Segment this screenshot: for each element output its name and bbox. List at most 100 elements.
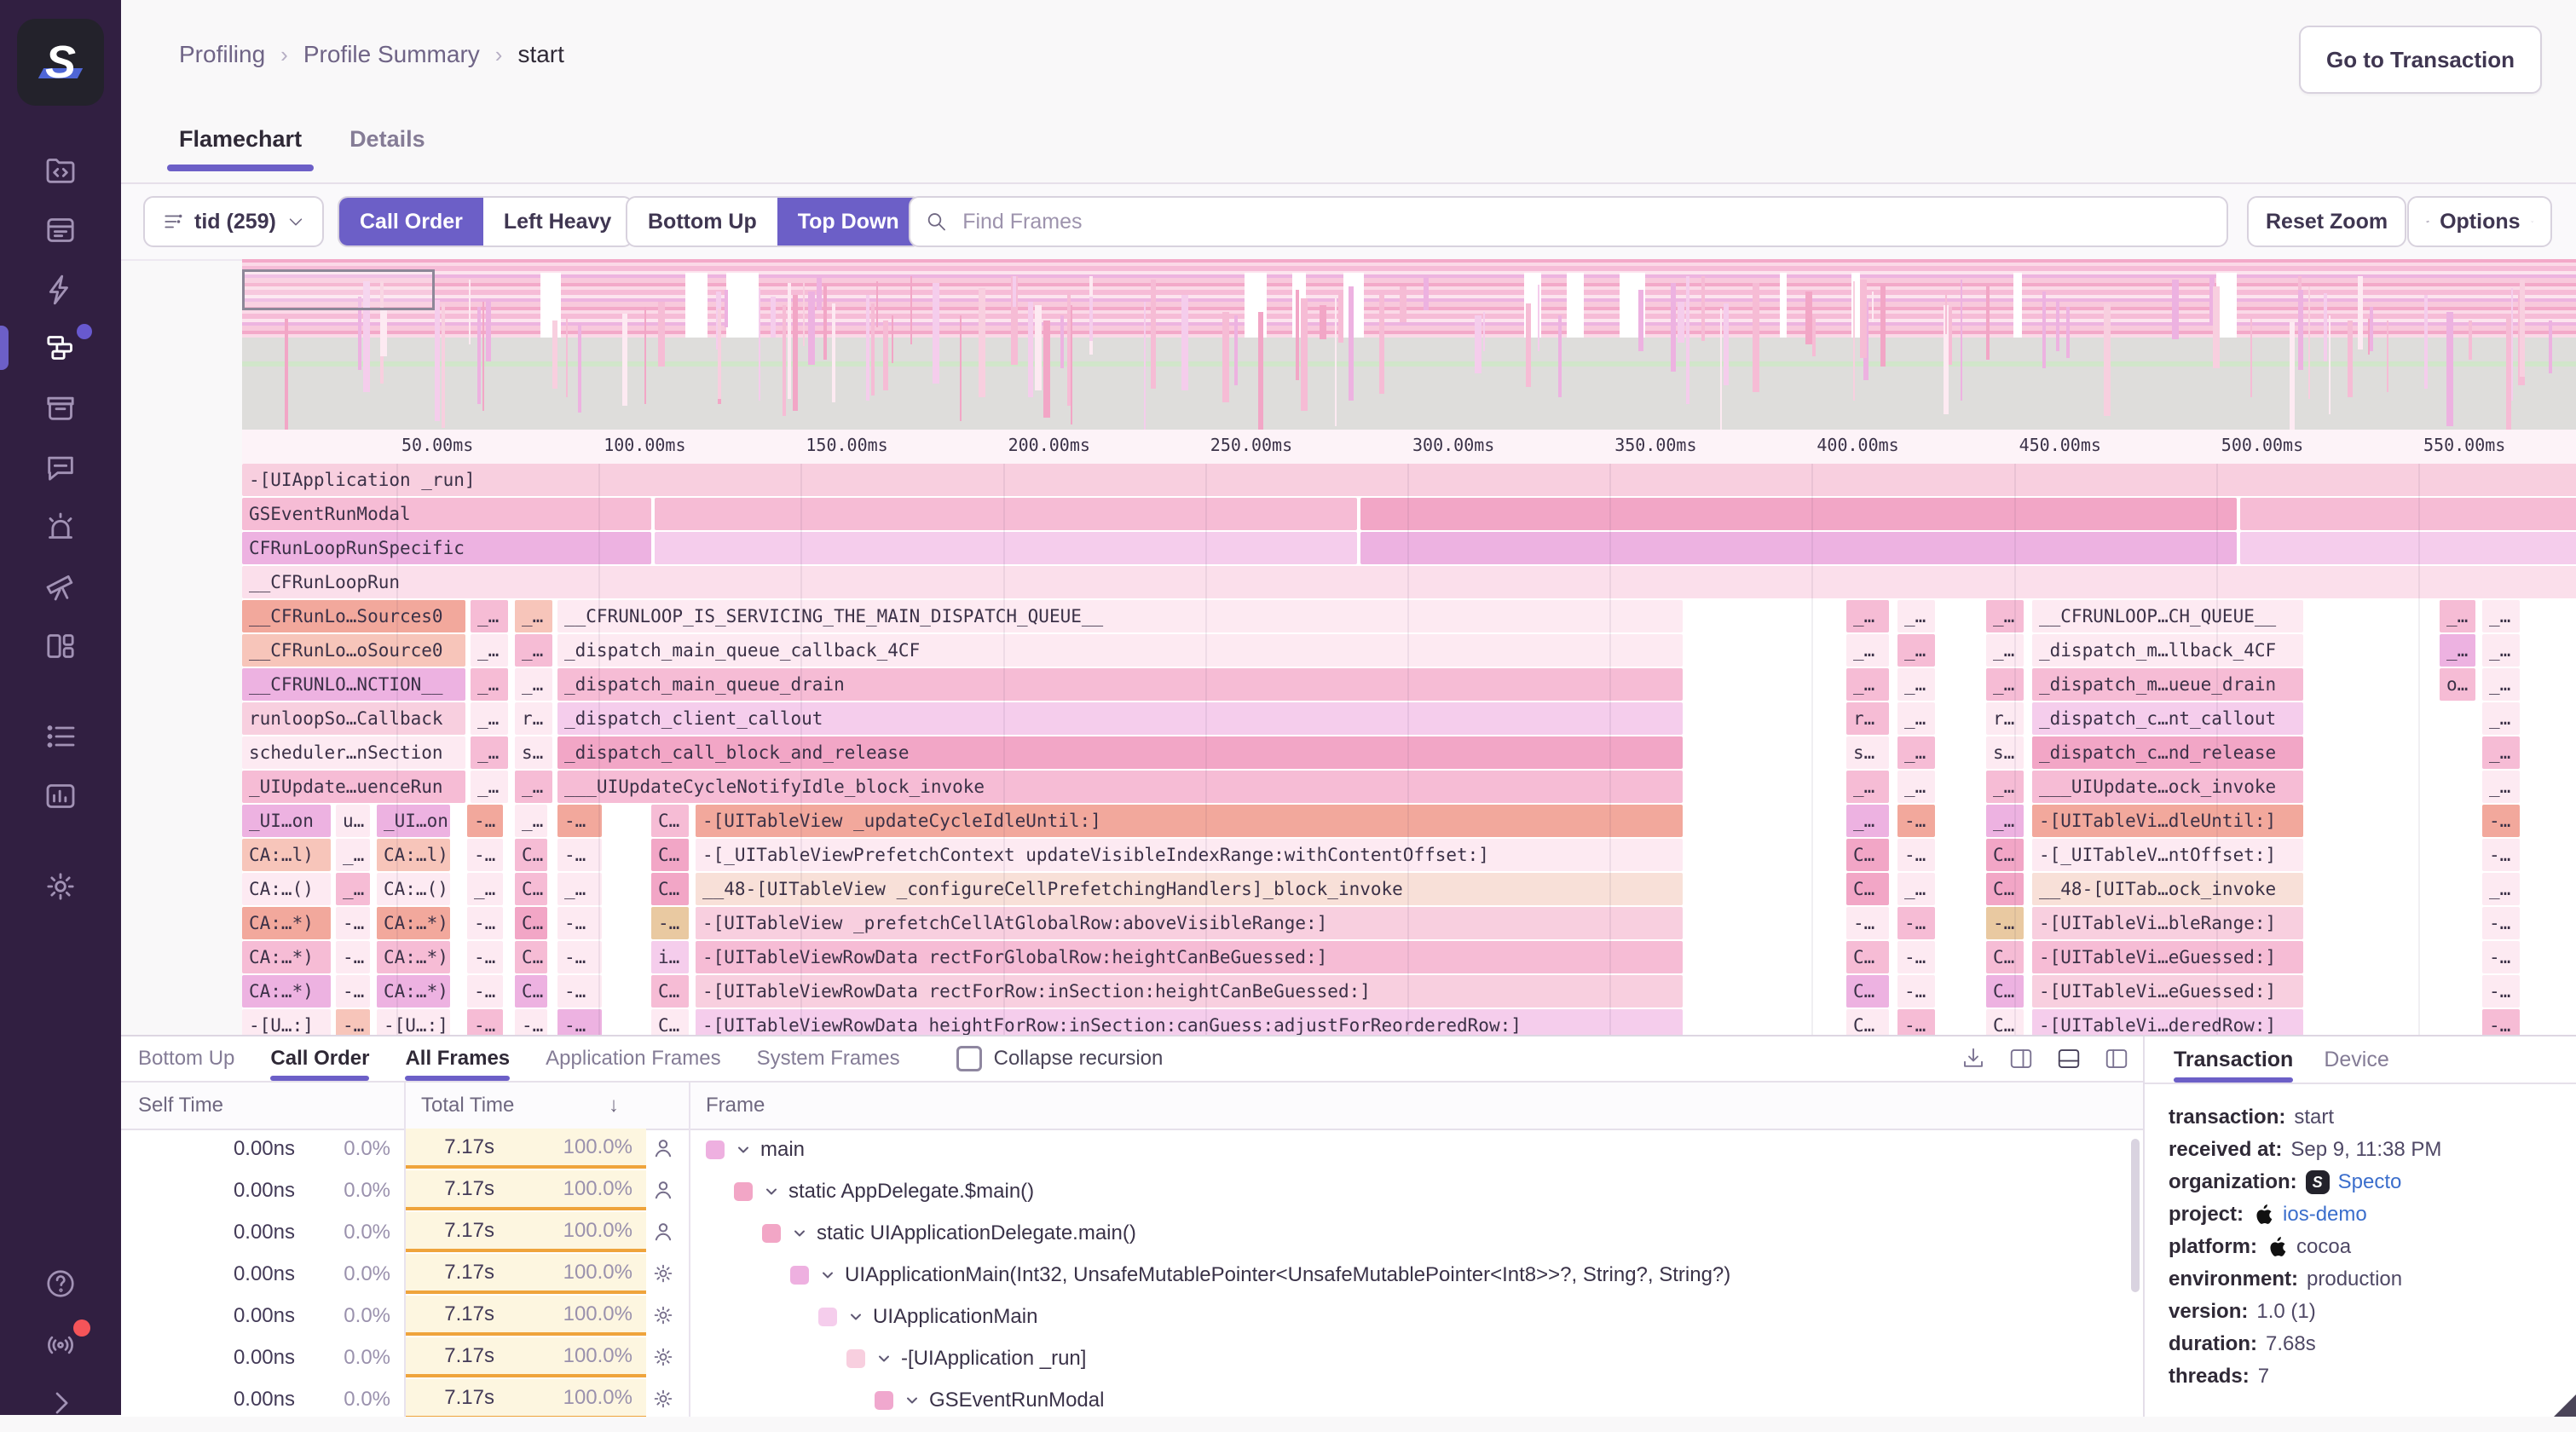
flame-frame[interactable]: C…: [1846, 975, 1889, 1008]
flame-frame[interactable]: -…: [2482, 941, 2520, 973]
flame-frame[interactable]: CA:…l): [242, 839, 331, 871]
flame-frame[interactable]: -…: [1897, 805, 1935, 837]
sidebar-item-discover-telescope[interactable]: [0, 557, 121, 615]
flame-frame[interactable]: u…: [336, 805, 370, 837]
table-tab-system-frames[interactable]: System Frames: [757, 1036, 900, 1081]
table-tab-application-frames[interactable]: Application Frames: [546, 1036, 720, 1081]
flame-frame[interactable]: _…: [471, 736, 508, 769]
flame-frame[interactable]: _…: [515, 668, 552, 701]
flame-frame[interactable]: _…: [1897, 634, 1935, 667]
flame-frame[interactable]: -[UITableVi…eGuessed:]: [2032, 941, 2303, 973]
flame-frame[interactable]: _dispatch_main_queue_drain: [557, 668, 1683, 701]
flame-frame[interactable]: CA:…*): [242, 975, 331, 1008]
caret-down-icon[interactable]: [847, 1308, 864, 1325]
flame-frame[interactable]: -[UITableView _updateCycleIdleUntil:]: [696, 805, 1683, 837]
flame-frame[interactable]: _…: [2482, 634, 2520, 667]
flame-frame[interactable]: -…: [467, 839, 503, 871]
flame-frame[interactable]: _UIUpdate…uenceRun: [242, 771, 465, 803]
flame-frame[interactable]: CA:…(): [242, 873, 331, 905]
flame-frame[interactable]: _…: [515, 600, 552, 632]
flame-frame[interactable]: -…: [1846, 907, 1889, 939]
download-icon[interactable]: [1961, 1046, 1986, 1071]
flame-frame[interactable]: C…: [1846, 839, 1889, 871]
flame-frame[interactable]: -[UITableViewRowData rectForGlobalRow:he…: [696, 941, 1683, 973]
table-tab-call-order[interactable]: Call Order: [270, 1036, 369, 1081]
flame-frame[interactable]: _dispatch_c…nt_callout: [2032, 702, 2303, 735]
flame-frame[interactable]: _…: [1986, 634, 2024, 667]
bottom-up-button[interactable]: Bottom Up: [627, 198, 777, 245]
layout-split-left-icon[interactable]: [2104, 1046, 2129, 1071]
flame-frame[interactable]: CA:…*): [377, 941, 450, 973]
flame-frame[interactable]: CA:…l): [377, 839, 450, 871]
flame-frame[interactable]: C…: [515, 873, 547, 905]
table-scrollbar[interactable]: [2131, 1139, 2140, 1292]
flame-frame[interactable]: __CFRUNLO…NCTION__: [242, 668, 465, 701]
flame-frame[interactable]: _…: [2482, 702, 2520, 735]
thread-select-dropdown[interactable]: tid (259): [143, 196, 324, 247]
flame-frame[interactable]: -…: [336, 975, 370, 1008]
options-dropdown[interactable]: Options: [2407, 196, 2552, 247]
reset-zoom-button[interactable]: Reset Zoom: [2247, 196, 2406, 247]
flame-frame[interactable]: C…: [515, 907, 547, 939]
flame-frame[interactable]: C…: [1846, 1009, 1889, 1035]
sidebar-item-profiling[interactable]: [0, 319, 121, 377]
flame-frame[interactable]: -…: [336, 907, 370, 939]
find-frames-search[interactable]: [909, 196, 2228, 247]
flame-frame[interactable]: _dispatch_m…ueue_drain: [2032, 668, 2303, 701]
flame-frame[interactable]: CA:…*): [242, 941, 331, 973]
caret-down-icon[interactable]: [791, 1225, 808, 1242]
sidebar-item-activity-list[interactable]: [0, 707, 121, 765]
collapse-recursion-checkbox[interactable]: [956, 1046, 982, 1071]
flame-frame[interactable]: _…: [515, 805, 547, 837]
caret-down-icon[interactable]: [875, 1350, 892, 1367]
flame-frame[interactable]: _…: [1897, 736, 1935, 769]
flame-frame[interactable]: __CFRunLo…oSource0: [242, 634, 465, 667]
caret-down-icon[interactable]: [847, 1308, 864, 1325]
flame-frame[interactable]: _…: [467, 873, 503, 905]
col-frame[interactable]: Frame: [689, 1083, 1030, 1129]
sidebar-item-lightning[interactable]: [0, 261, 121, 319]
flame-frame[interactable]: _dispatch_main_queue_callback_4CF: [557, 634, 1683, 667]
flame-frame[interactable]: [2240, 498, 2576, 530]
caret-down-icon[interactable]: [904, 1392, 921, 1409]
flame-frame[interactable]: -…: [557, 839, 602, 871]
flame-frame[interactable]: i…: [651, 941, 689, 973]
flame-frame[interactable]: -…: [557, 975, 602, 1008]
tab-details[interactable]: Details: [349, 126, 425, 171]
flame-frame[interactable]: -…: [467, 805, 503, 837]
caret-down-icon[interactable]: [763, 1183, 780, 1200]
tab-device[interactable]: Device: [2324, 1036, 2388, 1083]
sidebar-item-issues-inbox[interactable]: [0, 201, 121, 259]
flame-frame[interactable]: _…: [1846, 634, 1889, 667]
go-to-transaction-button[interactable]: Go to Transaction: [2299, 26, 2542, 94]
field-value[interactable]: Specto: [2338, 1166, 2402, 1198]
flame-frame[interactable]: _…: [1846, 771, 1889, 803]
flame-frame[interactable]: -…: [2482, 975, 2520, 1008]
flame-frame[interactable]: CFRunLoopRunSpecific: [242, 532, 651, 564]
caret-down-icon[interactable]: [735, 1141, 752, 1158]
frame-tree-cell[interactable]: static AppDelegate.$main(): [689, 1170, 2143, 1212]
flame-frame[interactable]: -[U…:]: [377, 1009, 450, 1035]
left-heavy-button[interactable]: Left Heavy: [483, 198, 632, 245]
tab-transaction[interactable]: Transaction: [2174, 1036, 2293, 1083]
flame-frame[interactable]: _…: [2440, 600, 2475, 632]
sidebar-item-releases-archive[interactable]: [0, 378, 121, 436]
flame-frame[interactable]: _…: [471, 702, 508, 735]
flame-frame[interactable]: _…: [471, 668, 508, 701]
flame-frame[interactable]: _…: [2440, 634, 2475, 667]
flame-frame[interactable]: C…: [651, 805, 689, 837]
flame-frame[interactable]: [1360, 498, 2237, 530]
flame-frame[interactable]: -…: [1897, 839, 1935, 871]
col-total-time[interactable]: Total Time: [404, 1083, 689, 1129]
field-value[interactable]: ios-demo: [2283, 1198, 2367, 1231]
flame-frame[interactable]: -[_UITableViewPrefetchContext updateVisi…: [696, 839, 1683, 871]
sort-arrow-icon[interactable]: ↓: [609, 1083, 643, 1129]
flame-frame[interactable]: C…: [651, 1009, 689, 1035]
flame-frame[interactable]: -[UITableView _prefetchCellAtGlobalRow:a…: [696, 907, 1683, 939]
flame-frame[interactable]: C…: [1986, 1009, 2024, 1035]
flame-frame[interactable]: _…: [2482, 600, 2520, 632]
flame-frame[interactable]: _…: [471, 771, 508, 803]
flame-frame[interactable]: __CFRUNLOOP_IS_SERVICING_THE_MAIN_DISPAT…: [557, 600, 1683, 632]
flame-frame[interactable]: _…: [1846, 600, 1889, 632]
flame-frame[interactable]: -…: [2482, 805, 2520, 837]
